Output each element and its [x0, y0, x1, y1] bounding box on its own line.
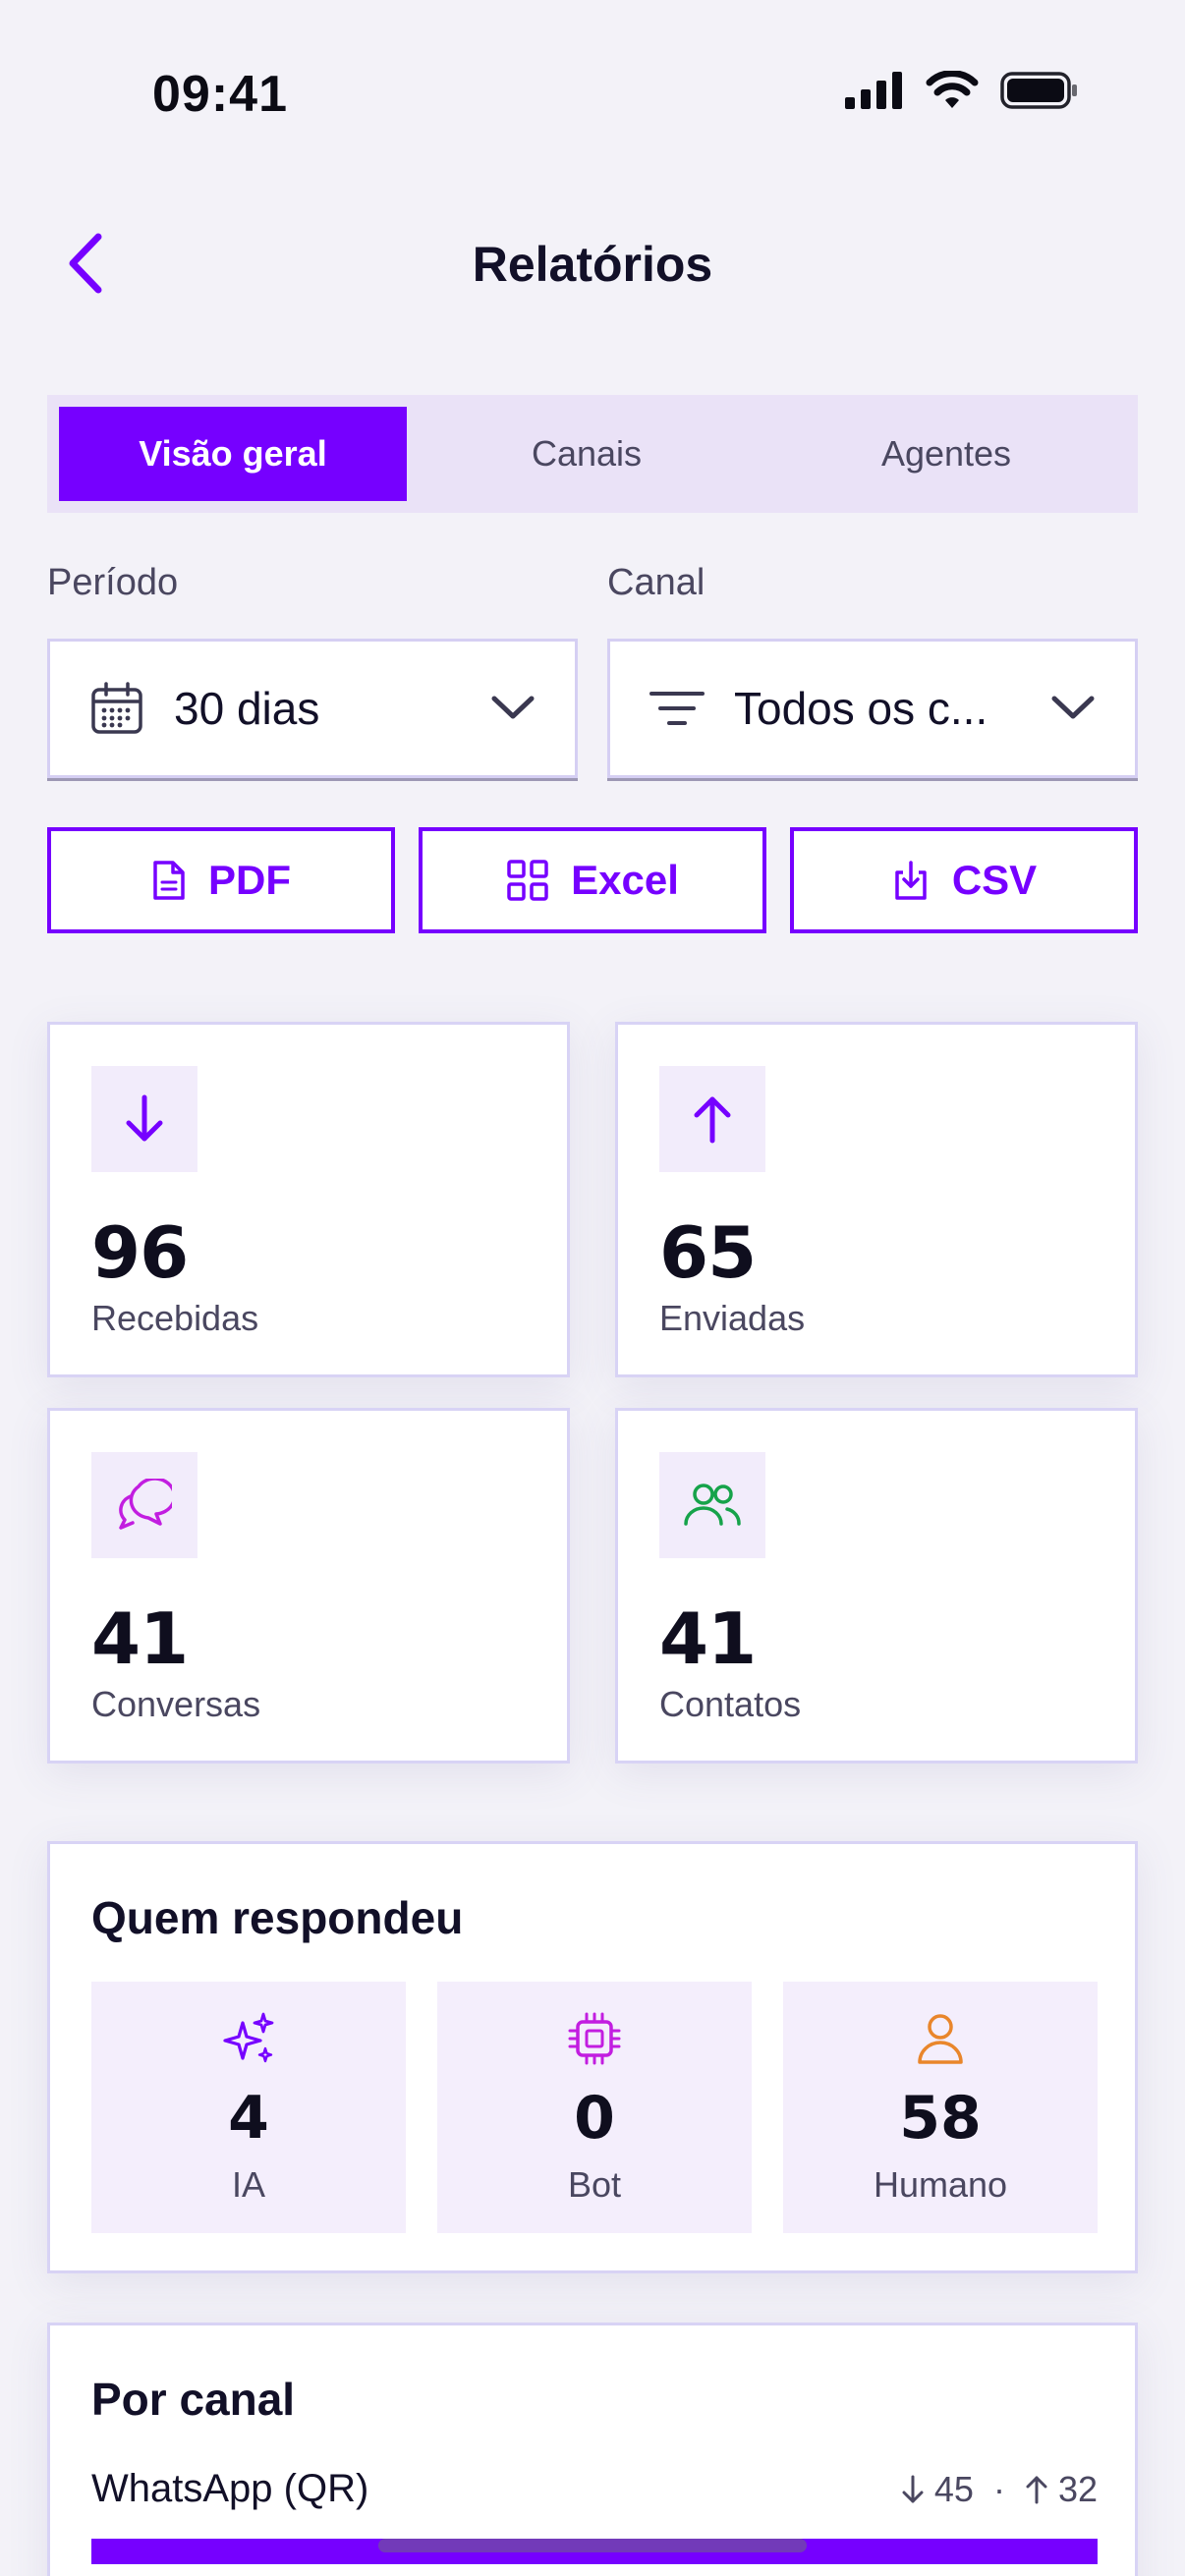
status-icons — [845, 71, 1079, 110]
export-excel-button[interactable]: Excel — [419, 827, 766, 933]
responder-ai-label: IA — [231, 2164, 265, 2205]
page-title: Relatórios — [472, 237, 713, 292]
stat-card-conversations: 41 Conversas — [47, 1408, 570, 1764]
document-icon — [153, 861, 185, 900]
responders-card: Quem respondeu 4 IA 0 Bot 58 Humano — [47, 1841, 1138, 2273]
stat-value-sent: 65 — [659, 1211, 757, 1294]
stat-value-conversations: 41 — [91, 1597, 189, 1680]
period-select[interactable]: 30 dias — [47, 639, 578, 778]
arrow-up-icon — [1026, 2476, 1047, 2503]
export-csv-label: CSV — [951, 857, 1038, 903]
channel-sent: 32 — [1057, 2468, 1098, 2509]
tab-bar: Visão geral Canais Agentes — [47, 395, 1138, 513]
responder-bot-label: Bot — [567, 2164, 622, 2205]
stat-icon-box — [91, 1066, 198, 1172]
responder-human-label: Humano — [873, 2164, 1008, 2205]
channel-name: WhatsApp (QR) — [91, 2467, 369, 2510]
stat-value-received: 96 — [91, 1211, 189, 1294]
arrow-down-icon — [902, 2475, 924, 2502]
period-label: Período — [47, 562, 179, 603]
chip-icon — [568, 2012, 621, 2065]
stat-label-conversations: Conversas — [91, 1684, 261, 1724]
sparkles-icon — [223, 2012, 274, 2063]
export-csv-button[interactable]: CSV — [790, 827, 1138, 933]
channel-received: 45 — [933, 2468, 974, 2509]
grid-icon — [507, 860, 548, 901]
tab-channels[interactable]: Canais — [407, 407, 766, 501]
channel-select[interactable]: Todos os c... — [607, 639, 1138, 778]
responder-ai: 4 IA — [91, 1982, 406, 2233]
responder-human-value: 58 — [899, 2084, 982, 2153]
stat-label-sent: Enviadas — [659, 1298, 806, 1338]
export-pdf-label: PDF — [208, 857, 291, 903]
status-time: 09:41 — [152, 66, 288, 123]
channel-value: Todos os c... — [734, 683, 988, 734]
download-icon — [895, 861, 927, 900]
channel-label: Canal — [607, 562, 705, 603]
stat-icon-box — [91, 1452, 198, 1558]
stat-label-contacts: Contatos — [659, 1684, 802, 1724]
stat-label-received: Recebidas — [91, 1298, 259, 1338]
chevron-down-icon — [491, 696, 535, 719]
channel-stats: 45 · 32 — [901, 2469, 1098, 2510]
signal-icon — [845, 72, 902, 109]
users-icon — [684, 1484, 741, 1526]
responder-human: 58 Humano — [783, 1982, 1098, 2233]
calendar-icon — [91, 682, 142, 734]
stat-card-received: 96 Recebidas — [47, 1022, 570, 1377]
stat-value-contacts: 41 — [659, 1597, 757, 1680]
battery-icon — [1000, 72, 1077, 109]
responder-bot: 0 Bot — [437, 1982, 752, 2233]
stat-icon-box — [659, 1452, 765, 1558]
by-channel-title: Por canal — [91, 2374, 296, 2425]
wifi-icon — [926, 71, 979, 108]
stat-card-sent: 65 Enviadas — [615, 1022, 1138, 1377]
responders-title: Quem respondeu — [91, 1892, 464, 1943]
chevron-down-icon — [1051, 696, 1095, 719]
responder-ai-value: 4 — [228, 2084, 269, 2153]
arrow-up-icon — [694, 1096, 731, 1144]
stat-card-contacts: 41 Contatos — [615, 1408, 1138, 1764]
period-value: 30 dias — [174, 683, 320, 734]
stat-icon-box — [659, 1066, 765, 1172]
channel-separator: · — [992, 2468, 1005, 2509]
home-indicator — [378, 2539, 807, 2552]
arrow-down-icon — [126, 1094, 163, 1142]
export-excel-label: Excel — [571, 857, 679, 903]
tab-overview[interactable]: Visão geral — [59, 407, 407, 501]
export-pdf-button[interactable]: PDF — [47, 827, 395, 933]
tab-agents[interactable]: Agentes — [766, 407, 1126, 501]
filter-icon — [649, 692, 705, 725]
responder-bot-value: 0 — [574, 2084, 615, 2153]
chat-bubbles-icon — [119, 1479, 172, 1530]
user-icon — [918, 2014, 963, 2064]
